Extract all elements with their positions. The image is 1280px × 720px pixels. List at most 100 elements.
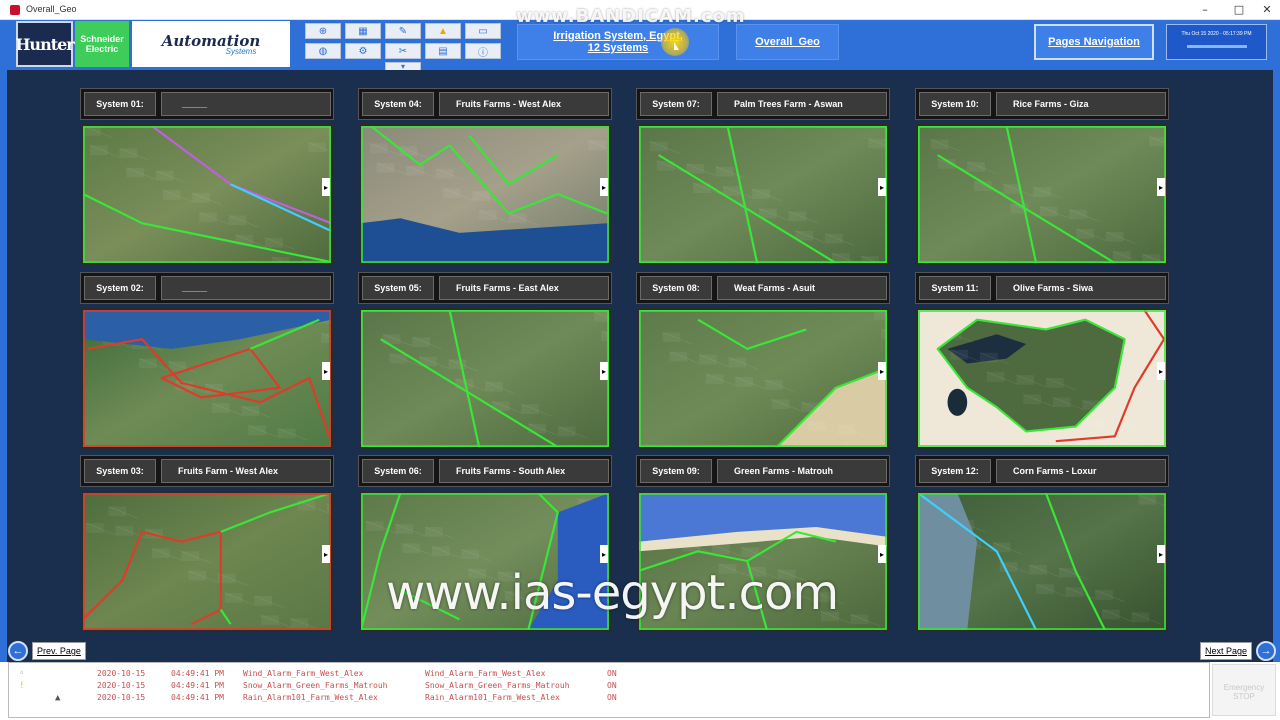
system-name-label: Green Farms - Matrouh xyxy=(717,459,887,483)
minimize-icon[interactable]: – xyxy=(1188,2,1222,18)
system-number-label: System 08: xyxy=(640,276,712,300)
system-name-label: Weat Farms - Asuit xyxy=(717,276,887,300)
system-card[interactable]: System 04: Fruits Farms - West Alex ▸ xyxy=(358,88,612,268)
expand-arrow-icon[interactable]: ▸ xyxy=(322,545,330,563)
system-card-header: System 06: Fruits Farms - South Alex xyxy=(358,455,612,487)
system-card[interactable]: System 02: _____ ▸ xyxy=(80,272,334,452)
left-edge xyxy=(0,70,7,662)
system-number-label: System 05: xyxy=(362,276,434,300)
system-card[interactable]: System 03: Fruits Farm - West Alex ▸ xyxy=(80,455,334,635)
expand-arrow-icon[interactable]: ▸ xyxy=(878,178,886,196)
alarm-date: 2020-10-15 xyxy=(97,669,146,678)
alarm-warning-icon: ! xyxy=(19,681,25,691)
system-map-thumbnail[interactable]: ▸ xyxy=(916,491,1168,632)
clock-bar xyxy=(1186,45,1247,48)
system-card-header: System 04: Fruits Farms - West Alex xyxy=(358,88,612,120)
system-card[interactable]: System 08: Weat Farms - Asuit ▸ xyxy=(636,272,890,452)
wrench-icon[interactable]: ✎ xyxy=(385,23,421,39)
schneider-logo: Schneider Electric xyxy=(75,21,129,67)
system-card-header: System 07: Palm Trees Farm - Aswan xyxy=(636,88,890,120)
monitor-icon[interactable]: ▭ xyxy=(465,23,501,39)
system-name-label: Rice Farms - Giza xyxy=(996,92,1166,116)
alarm-status-icon: ◦ xyxy=(19,669,25,679)
system-number-label: System 10: xyxy=(919,92,991,116)
alarm-desc: Rain_Alarm101_Farm_West_Alex xyxy=(425,693,560,702)
alarm-panel: ◦ 2020-10-15 04:49:41 PM Wind_Alarm_Farm… xyxy=(8,662,1210,718)
clock-display: Thu Oct 15 2020 - 05:17:39 PM xyxy=(1166,24,1267,60)
expand-arrow-icon[interactable]: ▸ xyxy=(600,178,608,196)
system-name-label: Olive Farms - Siwa xyxy=(996,276,1166,300)
right-edge xyxy=(1273,70,1280,662)
gear-icon[interactable]: ⚙ xyxy=(345,43,381,59)
system-name-label: Fruits Farms - East Alex xyxy=(439,276,609,300)
system-name-label: Palm Trees Farm - Aswan xyxy=(717,92,887,116)
expand-arrow-icon[interactable]: ▸ xyxy=(878,545,886,563)
system-map-thumbnail[interactable]: ▸ xyxy=(916,124,1168,265)
app-icon xyxy=(10,5,20,15)
expand-arrow-icon[interactable]: ▸ xyxy=(322,362,330,380)
pages-navigation-button[interactable]: Pages Navigation xyxy=(1034,24,1154,60)
system-number-label: System 06: xyxy=(362,459,434,483)
system-map-thumbnail[interactable]: ▸ xyxy=(637,124,889,265)
emergency-stop-button[interactable]: Emergency STOP xyxy=(1212,664,1276,716)
alarm-triangle-icon: ▲ xyxy=(55,693,61,703)
overall-geo-button[interactable]: Overall_Geo xyxy=(736,24,839,60)
system-map-thumbnail[interactable]: ▸ xyxy=(359,124,611,265)
system-name-label: Fruits Farm - West Alex xyxy=(161,459,331,483)
system-map-thumbnail[interactable]: ▸ xyxy=(81,308,333,449)
building-icon[interactable]: ▦ xyxy=(345,23,381,39)
prev-page-nav[interactable]: ← Prev. Page xyxy=(8,641,86,661)
prev-page-button[interactable]: Prev. Page xyxy=(32,642,86,660)
expand-arrow-icon[interactable]: ▸ xyxy=(878,362,886,380)
network-icon[interactable]: ⊕ xyxy=(305,23,341,39)
expand-arrow-icon[interactable]: ▸ xyxy=(1157,545,1165,563)
info-icon[interactable]: ⓘ xyxy=(465,43,501,59)
prev-arrow-icon[interactable]: ← xyxy=(8,641,28,661)
expand-arrow-icon[interactable]: ▸ xyxy=(1157,362,1165,380)
system-map-thumbnail[interactable]: ▸ xyxy=(81,491,333,632)
system-card[interactable]: System 07: Palm Trees Farm - Aswan ▸ xyxy=(636,88,890,268)
system-number-label: System 01: xyxy=(84,92,156,116)
system-name-label: Fruits Farms - West Alex xyxy=(439,92,609,116)
system-map-thumbnail[interactable]: ▸ xyxy=(916,308,1168,449)
system-number-label: System 07: xyxy=(640,92,712,116)
tools-icon[interactable]: ✂ xyxy=(385,43,421,59)
next-page-button[interactable]: Next Page xyxy=(1199,642,1252,660)
system-name-label: _____ xyxy=(161,92,331,116)
system-map-thumbnail[interactable]: ▸ xyxy=(81,124,333,265)
system-card-header: System 02: _____ xyxy=(80,272,334,304)
system-card-header: System 12: Corn Farms - Loxur xyxy=(915,455,1169,487)
expand-arrow-icon[interactable]: ▸ xyxy=(322,178,330,196)
system-card[interactable]: System 12: Corn Farms - Loxur ▸ xyxy=(915,455,1169,635)
window-title: Overall_Geo xyxy=(26,4,77,14)
alarm-tag: Rain_Alarm101_Farm_West_Alex xyxy=(243,693,378,702)
next-page-nav[interactable]: Next Page → xyxy=(1199,641,1276,661)
system-name-label: _____ xyxy=(161,276,331,300)
expand-arrow-icon[interactable]: ▸ xyxy=(600,362,608,380)
hunter-logo: Hunter xyxy=(15,21,75,67)
alarm-state: ON xyxy=(607,681,617,690)
system-name-label: Fruits Farms - South Alex xyxy=(439,459,609,483)
alarm-date: 2020-10-15 xyxy=(97,693,146,702)
system-card[interactable]: System 10: Rice Farms - Giza ▸ xyxy=(915,88,1169,268)
system-card-header: System 03: Fruits Farm - West Alex xyxy=(80,455,334,487)
system-map-thumbnail[interactable]: ▸ xyxy=(359,308,611,449)
alarm-state: ON xyxy=(607,693,617,702)
alarm-desc: Snow_Alarm_Green_Farms_Matrouh xyxy=(425,681,570,690)
system-number-label: System 09: xyxy=(640,459,712,483)
system-number-label: System 04: xyxy=(362,92,434,116)
globe-icon[interactable]: ◍ xyxy=(305,43,341,59)
system-card[interactable]: System 05: Fruits Farms - East Alex ▸ xyxy=(358,272,612,452)
header-bar: Hunter Schneider Electric Automation Sys… xyxy=(0,20,1280,72)
expand-arrow-icon[interactable]: ▸ xyxy=(600,545,608,563)
system-card[interactable]: System 11: Olive Farms - Siwa ▸ xyxy=(915,272,1169,452)
system-map-thumbnail[interactable]: ▸ xyxy=(637,308,889,449)
system-card[interactable]: System 01: _____ ▸ xyxy=(80,88,334,268)
expand-arrow-icon[interactable]: ▸ xyxy=(1157,178,1165,196)
system-card-header: System 09: Green Farms - Matrouh xyxy=(636,455,890,487)
system-card-header: System 11: Olive Farms - Siwa xyxy=(915,272,1169,304)
warning-icon[interactable]: ▲ xyxy=(425,23,461,39)
close-icon[interactable]: ✕ xyxy=(1250,2,1280,18)
next-arrow-icon[interactable]: → xyxy=(1256,641,1276,661)
chart-icon[interactable]: ▤ xyxy=(425,43,461,59)
